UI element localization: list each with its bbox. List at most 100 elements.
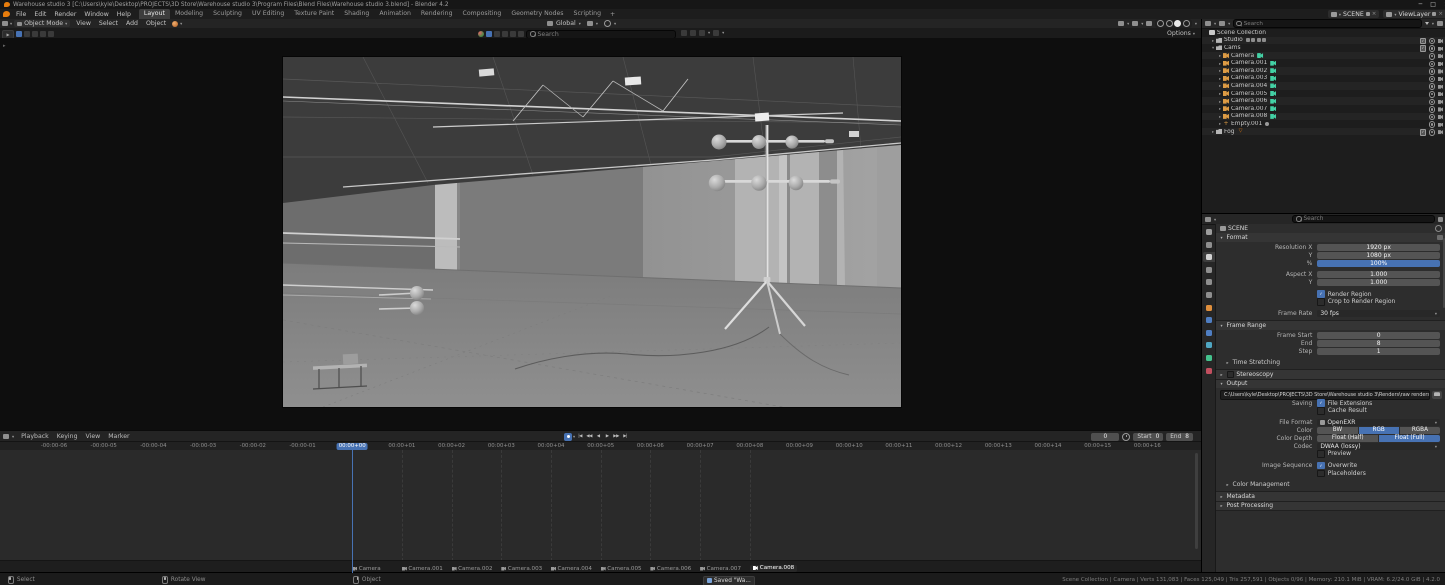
panel-header-post-processing[interactable]: ▸Post Processing <box>1216 502 1445 511</box>
disable-in-renders-toggle[interactable] <box>1438 47 1443 51</box>
panel-header-metadata[interactable]: ▸Metadata <box>1216 492 1445 501</box>
falloff-icon[interactable] <box>690 30 696 36</box>
jump-to-start-button[interactable]: |◀ <box>576 433 584 441</box>
options-button[interactable]: Options ▾ <box>1167 30 1195 37</box>
outliner-row-cams[interactable]: ▾Cams✓ <box>1202 44 1445 52</box>
timeline-marker-camera-002[interactable]: Camera.002 <box>452 566 493 572</box>
disable-in-renders-toggle[interactable] <box>1438 62 1443 66</box>
remove-view-layer-icon[interactable]: × <box>1438 11 1443 17</box>
disclosure-closed-icon[interactable]: ▸ <box>1217 114 1223 119</box>
previous-keyframe-button[interactable]: ◀◀ <box>585 433 593 441</box>
play-button[interactable]: ▶ <box>603 433 611 441</box>
checkbox-file-extensions[interactable]: ✓ <box>1317 399 1324 406</box>
ruler-tick[interactable]: 00:00+05 <box>587 443 614 450</box>
editor-type-icon[interactable] <box>3 434 9 439</box>
timeline-marker-camera-001[interactable]: Camera.001 <box>402 566 443 572</box>
properties-tab-scene[interactable] <box>1203 277 1215 287</box>
region-corner-icon[interactable]: ▸ <box>3 43 6 49</box>
outliner-row-camera-002[interactable]: ▸Camera.002 <box>1202 67 1445 75</box>
rendered-shading-icon[interactable] <box>1183 20 1190 27</box>
timeline-menu-playback[interactable]: Playback <box>17 433 53 440</box>
hide-in-viewport-toggle[interactable] <box>1429 129 1436 136</box>
select-file-format[interactable]: OpenEXR▾ <box>1317 419 1440 426</box>
overlays-icon[interactable] <box>1132 21 1138 26</box>
ruler-tick[interactable]: 00:00+10 <box>836 443 863 450</box>
timeline-marker-camera[interactable]: Camera <box>352 566 380 572</box>
value-slider-[interactable]: 100% <box>1317 260 1440 267</box>
snap-magnet-icon[interactable] <box>587 21 593 26</box>
disable-in-renders-toggle[interactable] <box>1438 69 1443 73</box>
ruler-tick[interactable]: 00:00+14 <box>1035 443 1062 450</box>
outliner-row-fog[interactable]: ▸Fog▽✓ <box>1202 128 1445 136</box>
mode-selector[interactable]: Object Mode ▾ <box>14 20 70 27</box>
output-path-field[interactable]: C:\Users\kyle\Desktop\PROJECTS\3D Store\… <box>1220 390 1430 400</box>
cursor-icon[interactable] <box>713 30 719 36</box>
disclosure-closed-icon[interactable]: ▸ <box>1217 61 1223 66</box>
ruler-tick[interactable]: -00:00-06 <box>41 443 67 450</box>
texture-toggle-icon[interactable] <box>486 31 492 37</box>
properties-tab-output[interactable] <box>1203 252 1215 262</box>
timeline-scrollbar[interactable] <box>1195 453 1198 549</box>
filter-funnel-icon[interactable] <box>1425 22 1429 25</box>
tool-icon[interactable] <box>40 31 46 37</box>
unlink-scene-icon[interactable]: × <box>1372 11 1377 17</box>
brush-icon[interactable] <box>494 31 500 37</box>
frame-end-field[interactable]: End 8 <box>1166 433 1193 441</box>
workspace-tab-scripting[interactable]: Scripting <box>569 9 607 19</box>
viewport-menu-select[interactable]: Select <box>95 20 122 27</box>
outliner-row-camera-001[interactable]: ▸Camera.001 <box>1202 59 1445 67</box>
minimize-button[interactable]: ─ <box>1419 1 1423 8</box>
panel-header-format[interactable]: ▾Format <box>1216 233 1445 242</box>
menu-help[interactable]: Help <box>113 11 135 18</box>
timeline-marker-camera-006[interactable]: Camera.006 <box>650 566 691 572</box>
value-field-y[interactable]: 1080 px <box>1317 252 1440 259</box>
editor-type-icon[interactable] <box>1205 217 1211 222</box>
properties-search-input[interactable]: Search <box>1292 215 1435 224</box>
gizmos-icon[interactable] <box>1118 21 1124 26</box>
jump-to-end-button[interactable]: ▶| <box>621 433 629 441</box>
disable-in-renders-toggle[interactable] <box>1438 92 1443 96</box>
timeline-marker-camera-008[interactable]: Camera.008 <box>750 565 797 572</box>
outliner-row-camera-007[interactable]: ▸Camera.007 <box>1202 105 1445 113</box>
select-codec[interactable]: DWAA (lossy)▾ <box>1317 443 1440 450</box>
properties-tab-physics[interactable] <box>1203 328 1215 338</box>
scene-selector[interactable]: ▾ SCENE × <box>1328 10 1379 18</box>
disable-in-renders-toggle[interactable] <box>1438 54 1443 58</box>
disclosure-closed-icon[interactable]: ▸ <box>1217 76 1223 81</box>
timeline-menu-view[interactable]: View <box>82 433 105 440</box>
outliner-row-camera[interactable]: ▸Camera <box>1202 52 1445 60</box>
auto-keying-toggle[interactable] <box>564 433 572 441</box>
disable-in-renders-toggle[interactable] <box>1438 77 1443 81</box>
properties-tab-object-data[interactable] <box>1203 353 1215 363</box>
timeline-menu-marker[interactable]: Marker <box>104 433 133 440</box>
properties-tab-modifiers[interactable] <box>1203 315 1215 325</box>
workspace-tab-texture-paint[interactable]: Texture Paint <box>289 9 339 19</box>
ruler-tick[interactable]: 00:00+08 <box>736 443 763 450</box>
viewport-3d[interactable]: ▸ <box>0 38 1202 430</box>
workspace-tab-animation[interactable]: Animation <box>374 9 416 19</box>
viewport-menu-view[interactable]: View <box>72 20 95 27</box>
checkbox-cache-result[interactable] <box>1317 407 1324 414</box>
timeline-track[interactable] <box>0 450 1201 561</box>
select-frame-rate[interactable]: 30 fps▾ <box>1317 310 1440 317</box>
mirror-icon[interactable] <box>681 30 687 36</box>
workspace-tab-geometry-nodes[interactable]: Geometry Nodes <box>506 9 568 19</box>
disable-in-renders-toggle[interactable] <box>1438 123 1443 127</box>
workspace-tab-layout[interactable]: Layout <box>139 9 170 19</box>
ruler-tick[interactable]: -00:00-05 <box>91 443 117 450</box>
segment-option-rgb[interactable]: RGB <box>1359 427 1399 434</box>
brush-icon[interactable] <box>502 31 508 37</box>
tool-icon[interactable] <box>24 31 30 37</box>
disclosure-closed-icon[interactable]: ▸ <box>1217 83 1223 88</box>
display-mode-icon[interactable] <box>1219 21 1225 26</box>
panel-header-output[interactable]: ▾Output <box>1216 380 1445 389</box>
disclosure-closed-icon[interactable]: ▸ <box>1210 38 1216 43</box>
value-field-frame-start[interactable]: 0 <box>1317 332 1440 339</box>
workspace-tab-compositing[interactable]: Compositing <box>458 9 507 19</box>
ruler-tick[interactable]: -00:00-03 <box>190 443 216 450</box>
menu-render[interactable]: Render <box>50 11 80 18</box>
viewport-menu-add[interactable]: Add <box>122 20 142 27</box>
value-field-step[interactable]: 1 <box>1317 348 1440 355</box>
disable-in-renders-toggle[interactable] <box>1438 100 1443 104</box>
disclosure-closed-icon[interactable]: ▸ <box>1210 129 1216 134</box>
